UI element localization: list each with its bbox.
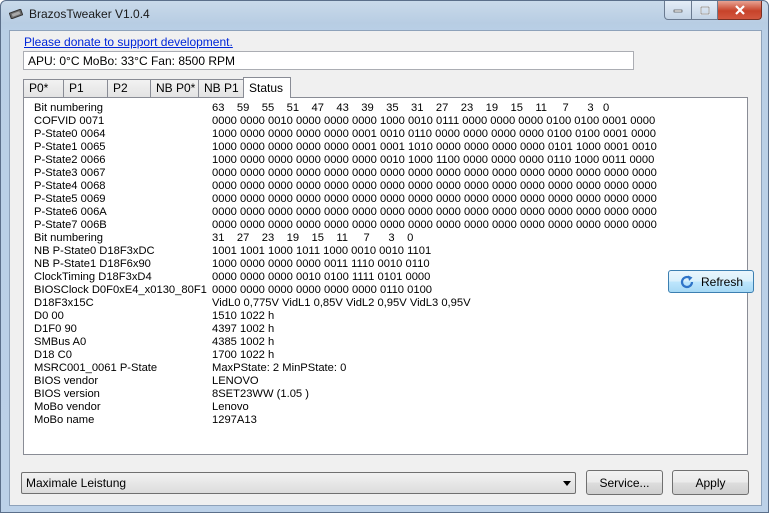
app-window: BrazosTweaker V1.0.4 Please donate to su… <box>0 0 769 513</box>
status-row-label: ClockTiming D18F3xD4 <box>34 271 152 283</box>
title-bar[interactable]: BrazosTweaker V1.0.4 <box>1 1 768 27</box>
status-row-value: 0000 0000 0000 0010 0100 1111 0101 0000 <box>212 271 431 283</box>
tab-nb-p1[interactable]: NB P1 <box>198 79 244 97</box>
client-area: Please donate to support development. AP… <box>9 30 762 506</box>
status-row-label: MSRC001_0061 P-State <box>34 362 158 374</box>
minimize-button[interactable] <box>664 1 692 20</box>
status-row-value: LENOVO <box>212 375 259 387</box>
status-panel: Bit numbering 63 59 55 51 47 43 39 35 31 … <box>23 97 754 455</box>
status-row-label: P-State4 0068 <box>34 180 106 192</box>
status-row-value: 1700 1022 h <box>212 349 275 361</box>
tab-p1[interactable]: P1 <box>63 79 108 97</box>
status-row-value: 0000 0000 0000 0000 0000 0000 0000 0000 … <box>212 219 657 231</box>
tab-nb-p0[interactable]: NB P0* <box>150 79 199 97</box>
status-row-label: D0 00 <box>34 310 64 322</box>
minimize-icon <box>673 9 683 13</box>
status-row-value: VidL0 0,775V VidL1 0,85V VidL2 0,95V Vid… <box>212 297 471 309</box>
status-row-value: 0000 0000 0010 0000 0000 0000 1000 0010 … <box>212 115 656 127</box>
status-row-value: 1297A13 <box>212 414 257 426</box>
caption-buttons <box>664 1 762 20</box>
status-row-label: BIOSClock D0F0xE4_x0130_80F1 <box>34 284 207 296</box>
maximize-button[interactable] <box>692 1 718 20</box>
status-row-label: P-State7 006B <box>34 219 107 231</box>
power-scheme-dropdown[interactable]: Maximale Leistung <box>21 472 576 494</box>
status-row-value: 1000 0000 0000 0000 0000 0000 0010 1000 … <box>212 154 655 166</box>
status-row-label: P-State5 0069 <box>34 193 106 205</box>
status-row-value: 1000 0000 0000 0000 0000 0001 0001 1010 … <box>212 141 657 153</box>
status-row-value: MaxPState: 2 MinPState: 0 <box>212 362 347 374</box>
status-row-label: MoBo vendor <box>34 401 101 413</box>
status-row-label: BIOS version <box>34 388 100 400</box>
status-row-label: P-State1 0065 <box>34 141 106 153</box>
sensor-readout: APU: 0°C MoBo: 33°C Fan: 8500 RPM <box>23 51 634 70</box>
chevron-down-icon <box>563 481 571 486</box>
tab-status[interactable]: Status <box>243 77 291 98</box>
status-row-value: 0000 0000 0000 0000 0000 0000 0000 0000 … <box>212 180 657 192</box>
status-row-label: BIOS vendor <box>34 375 99 387</box>
status-row-label: D1F0 90 <box>34 323 77 335</box>
donate-link[interactable]: Please donate to support development. <box>24 35 233 49</box>
status-row-value: 1510 1022 h <box>212 310 275 322</box>
maximize-icon <box>699 5 710 15</box>
status-row-label: SMBus A0 <box>34 336 87 348</box>
close-icon <box>734 5 745 15</box>
tab-p0[interactable]: P0* <box>23 79 64 97</box>
status-row-label: COFVID 0071 <box>34 115 105 127</box>
status-row-value: 0000 0000 0000 0000 0000 0000 0110 0100 <box>212 284 433 296</box>
status-row-value: 1000 0000 0000 0000 0011 1110 0010 0110 <box>212 258 430 270</box>
status-row-value: Lenovo <box>212 401 249 413</box>
status-row-label: P-State6 006A <box>34 206 107 218</box>
status-row-label: NB P-State1 D18F6x90 <box>34 258 151 270</box>
power-scheme-value: Maximale Leistung <box>26 476 127 490</box>
status-row-label: NB P-State0 D18F3xDC <box>34 245 155 257</box>
status-row-value: 8SET23WW (1.05 ) <box>212 388 309 400</box>
status-row-label: P-State2 0066 <box>34 154 106 166</box>
status-row-value: 4397 1002 h <box>212 323 275 335</box>
status-row-value: 4385 1002 h <box>212 336 275 348</box>
chip-icon <box>9 9 23 19</box>
status-row-value: 63 59 55 51 47 43 39 35 31 27 23 19 15 1… <box>212 102 610 114</box>
status-row-label: D18F3x15C <box>34 297 94 309</box>
status-row-value: 31 27 23 19 15 11 7 3 0 <box>212 232 414 244</box>
status-row-label: Bit numbering <box>34 102 104 114</box>
status-row-label: Bit numbering <box>34 232 104 244</box>
status-row-label: D18 C0 <box>34 349 72 361</box>
status-row-value: 1001 1001 1000 1011 1000 0010 0010 1101 <box>212 245 432 257</box>
status-row-label: P-State0 0064 <box>34 128 106 140</box>
service-button[interactable]: Service... <box>586 470 663 495</box>
tab-p2[interactable]: P2 <box>107 79 151 97</box>
status-row-label: P-State3 0067 <box>34 167 106 179</box>
refresh-icon <box>680 275 694 288</box>
status-row-value: 0000 0000 0000 0000 0000 0000 0000 0000 … <box>212 167 657 179</box>
close-button[interactable] <box>718 1 762 20</box>
window-title: BrazosTweaker V1.0.4 <box>29 7 150 21</box>
refresh-label: Refresh <box>700 274 744 289</box>
apply-button[interactable]: Apply <box>672 470 749 495</box>
status-row-value: 0000 0000 0000 0000 0000 0000 0000 0000 … <box>212 193 657 205</box>
status-row-value: 0000 0000 0000 0000 0000 0000 0000 0000 … <box>212 206 657 218</box>
status-row-label: MoBo name <box>34 414 95 426</box>
status-row-value: 1000 0000 0000 0000 0000 0001 0010 0110 … <box>212 128 656 140</box>
refresh-button[interactable]: Refresh <box>668 270 754 293</box>
